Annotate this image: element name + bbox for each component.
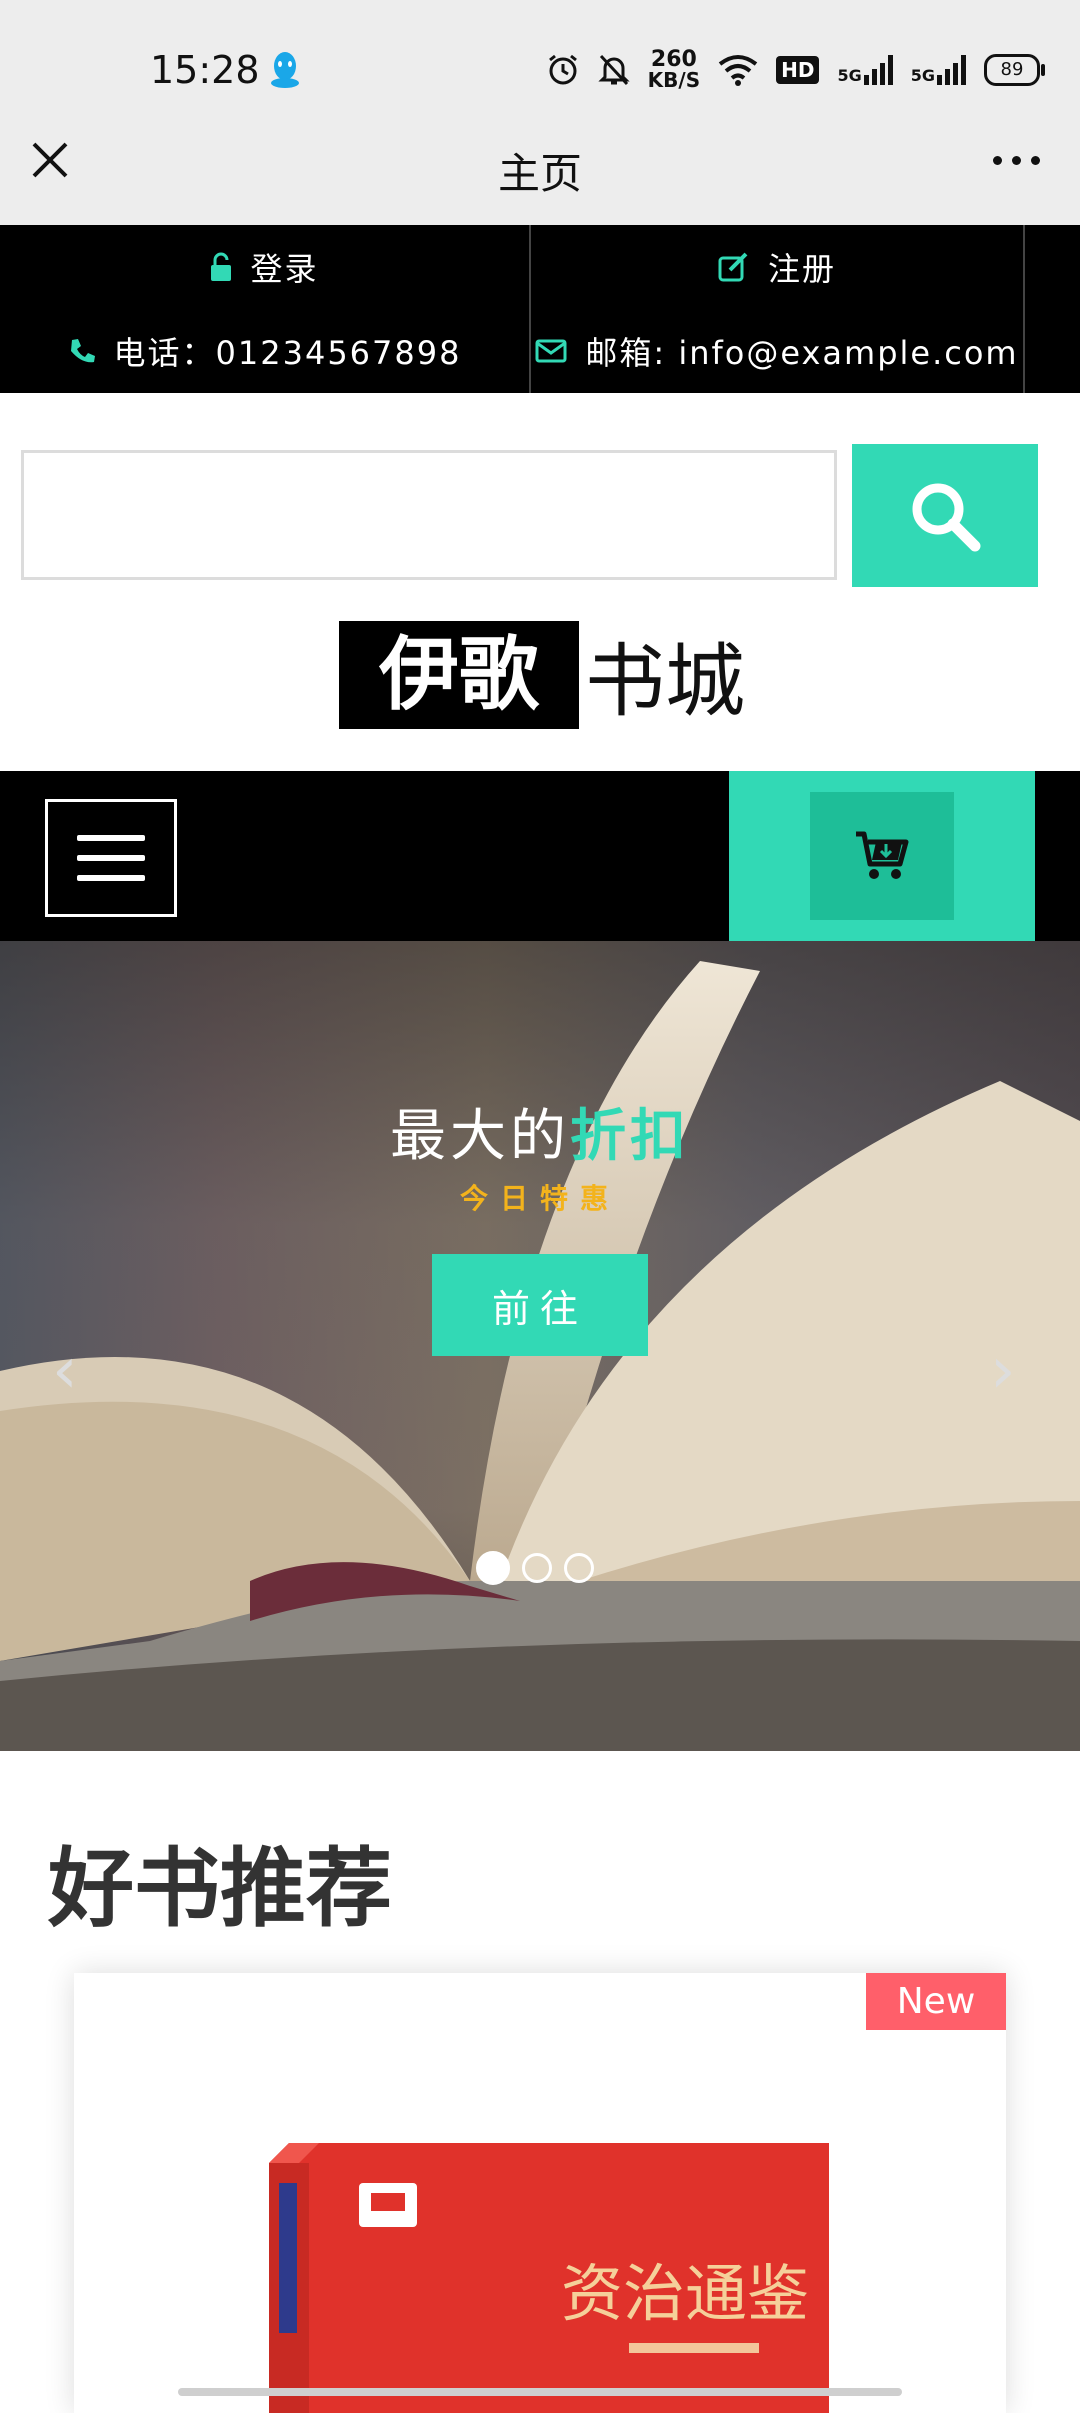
slider-dot[interactable] <box>476 1551 510 1585</box>
cart-area <box>729 771 1035 941</box>
hd-icon: HD <box>776 56 820 84</box>
alarm-icon <box>548 54 577 85</box>
page-title: 主页 <box>497 149 582 198</box>
register-label: 注册 <box>767 250 836 288</box>
unlock-icon <box>211 252 232 281</box>
title-bar: 主页 <box>0 110 1080 225</box>
slider-dots <box>476 1551 594 1585</box>
slider-dot[interactable] <box>522 1553 552 1583</box>
register-link[interactable]: 注册 <box>531 225 1023 309</box>
signal-sim1-icon: 5G <box>837 55 893 85</box>
horizontal-scrollbar[interactable] <box>178 2388 902 2396</box>
hero-title-accent: 折扣 <box>570 1104 690 1169</box>
battery-icon: 89 <box>984 54 1045 86</box>
section-title: 好书推荐 <box>48 1839 392 1939</box>
logo-part1: 伊歌 <box>339 621 579 729</box>
status-icons: 260 KB/S HD 5G 5G 89 <box>546 47 1045 92</box>
login-label: 登录 <box>250 250 319 288</box>
phone-info: 电话：01234567898 <box>0 309 529 393</box>
slider-dot[interactable] <box>564 1553 594 1583</box>
logo-part2: 书城 <box>585 635 745 728</box>
cart-button[interactable] <box>810 792 954 920</box>
cart-icon <box>856 831 909 879</box>
sim2-label: 5G <box>910 66 935 85</box>
hamburger-line <box>77 855 145 861</box>
edit-icon <box>718 252 748 282</box>
hero-subtitle: 今日特惠 <box>459 1182 620 1215</box>
slider-prev-arrow-icon[interactable]: ‹ <box>52 1339 78 1403</box>
status-time: 15:28 <box>150 48 260 92</box>
hero-title-main: 最大的 <box>390 1104 570 1169</box>
hero-slider[interactable]: 最大的折扣 今日特惠 前往 ‹ › <box>0 941 1080 1751</box>
search-input[interactable] <box>21 450 837 580</box>
top-info-bar: 登录 注册 电话：01234567898 邮箱: info@example.co… <box>0 225 1080 393</box>
net-speed-unit: KB/S <box>647 68 701 92</box>
search-icon <box>912 483 981 551</box>
menu-toggle-button[interactable] <box>45 799 177 917</box>
info-divider <box>529 225 531 393</box>
site-logo[interactable]: 伊歌 书城 <box>339 621 745 729</box>
search-button[interactable] <box>852 444 1038 587</box>
mute-bell-icon <box>598 54 630 86</box>
email-info: 邮箱: info@example.com <box>531 309 1023 393</box>
signal-sim2-icon: 5G <box>911 55 966 85</box>
more-options-icon[interactable] <box>993 156 1040 165</box>
phone-text: 电话：01234567898 <box>113 334 462 372</box>
wifi-icon <box>718 55 758 86</box>
hamburger-line <box>77 875 145 881</box>
info-divider <box>1023 225 1025 393</box>
net-speed-value: 260 <box>650 47 697 72</box>
battery-level: 89 <box>1000 59 1024 80</box>
email-text: 邮箱: info@example.com <box>585 334 1019 372</box>
nav-bar <box>0 771 1080 941</box>
sim1-label: 5G <box>837 66 862 85</box>
qq-icon <box>271 52 299 88</box>
envelope-icon <box>535 339 567 363</box>
book-cover-title: 资治通鉴 <box>561 2257 809 2330</box>
hamburger-line <box>77 835 145 841</box>
product-card[interactable]: New 资治通鉴 <box>74 1973 1006 2413</box>
login-link[interactable]: 登录 <box>0 225 529 309</box>
hero-go-button[interactable]: 前往 <box>432 1254 648 1356</box>
slider-next-arrow-icon[interactable]: › <box>990 1339 1016 1403</box>
net-speed: 260 KB/S <box>647 47 701 92</box>
new-badge: New <box>866 1973 1006 2030</box>
phone-icon <box>70 339 95 363</box>
book-cover-image: 资治通鉴 <box>269 2143 829 2413</box>
hero-title: 最大的折扣 <box>0 1091 1080 1172</box>
